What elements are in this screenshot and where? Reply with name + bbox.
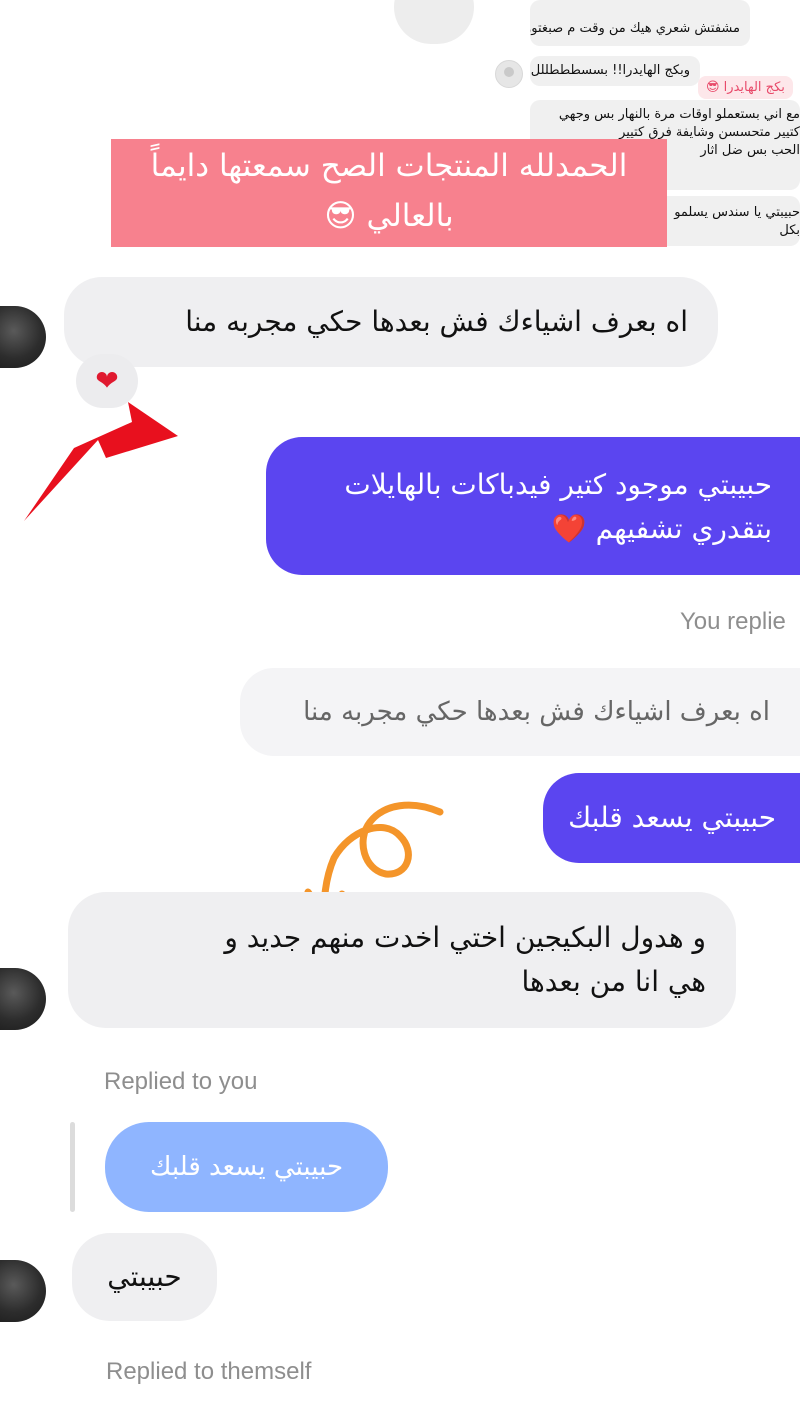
outgoing-message[interactable]: حبيبتي يسعد قلبك <box>543 773 800 863</box>
quoted-message[interactable]: حبيبتي يسعد قلبك <box>105 1122 388 1212</box>
outgoing-line-2: بتقدري تشفيهم <box>595 512 772 545</box>
review-pink-label: بكج الهايدرا 😎 <box>698 76 793 99</box>
reply-meta: You replie <box>680 608 786 635</box>
incoming-message[interactable]: و هدول البكيجين اختي اخدت منهم جديد و هي… <box>68 892 736 1028</box>
quote-bar <box>70 1122 75 1212</box>
quoted-message[interactable]: اه بعرف اشياءك فش بعدها حكي مجربه منا <box>240 668 800 756</box>
review-line-2: وبكج الهايدرا!! بسسطططللل <box>530 56 700 86</box>
review-line-3a: مع اني بستعملو اوقات مرة بالنهار بس وجهي <box>558 107 800 122</box>
review-line-1: مشفتش شعري هيك من وقت م صبغتوو <box>530 0 750 46</box>
review-avatar <box>495 60 523 88</box>
partial-avatar <box>394 0 474 44</box>
incoming-line-1: و هدول البكيجين اختي اخدت منهم جديد و <box>224 921 706 954</box>
reply-meta: Replied to you <box>104 1068 258 1095</box>
avatar[interactable] <box>0 1260 46 1322</box>
heart-icon: ❤ <box>95 364 119 397</box>
heart-icon: ❤️ <box>551 512 587 545</box>
outgoing-line-1: حبيبتي موجود كتير فيدباكات بالهايلات <box>344 468 772 501</box>
banner-line-1: الحمدلله المنتجات الصح سمعتها دايماً <box>150 148 628 184</box>
incoming-line-2: هي انا من بعدها <box>521 965 706 998</box>
red-arrow-icon <box>24 402 178 521</box>
incoming-message[interactable]: حبيبتي <box>72 1233 217 1321</box>
banner-line-2: بالعالي 😎 <box>324 198 454 234</box>
avatar[interactable] <box>0 968 46 1030</box>
caption-banner: الحمدلله المنتجات الصح سمعتها دايماً بال… <box>111 139 667 247</box>
reply-meta: Replied to themself <box>106 1358 312 1385</box>
avatar[interactable] <box>0 306 46 368</box>
outgoing-message[interactable]: حبيبتي موجود كتير فيدباكات بالهايلات بتق… <box>266 437 800 575</box>
incoming-message[interactable]: اه بعرف اشياءك فش بعدها حكي مجربه منا <box>64 277 718 367</box>
